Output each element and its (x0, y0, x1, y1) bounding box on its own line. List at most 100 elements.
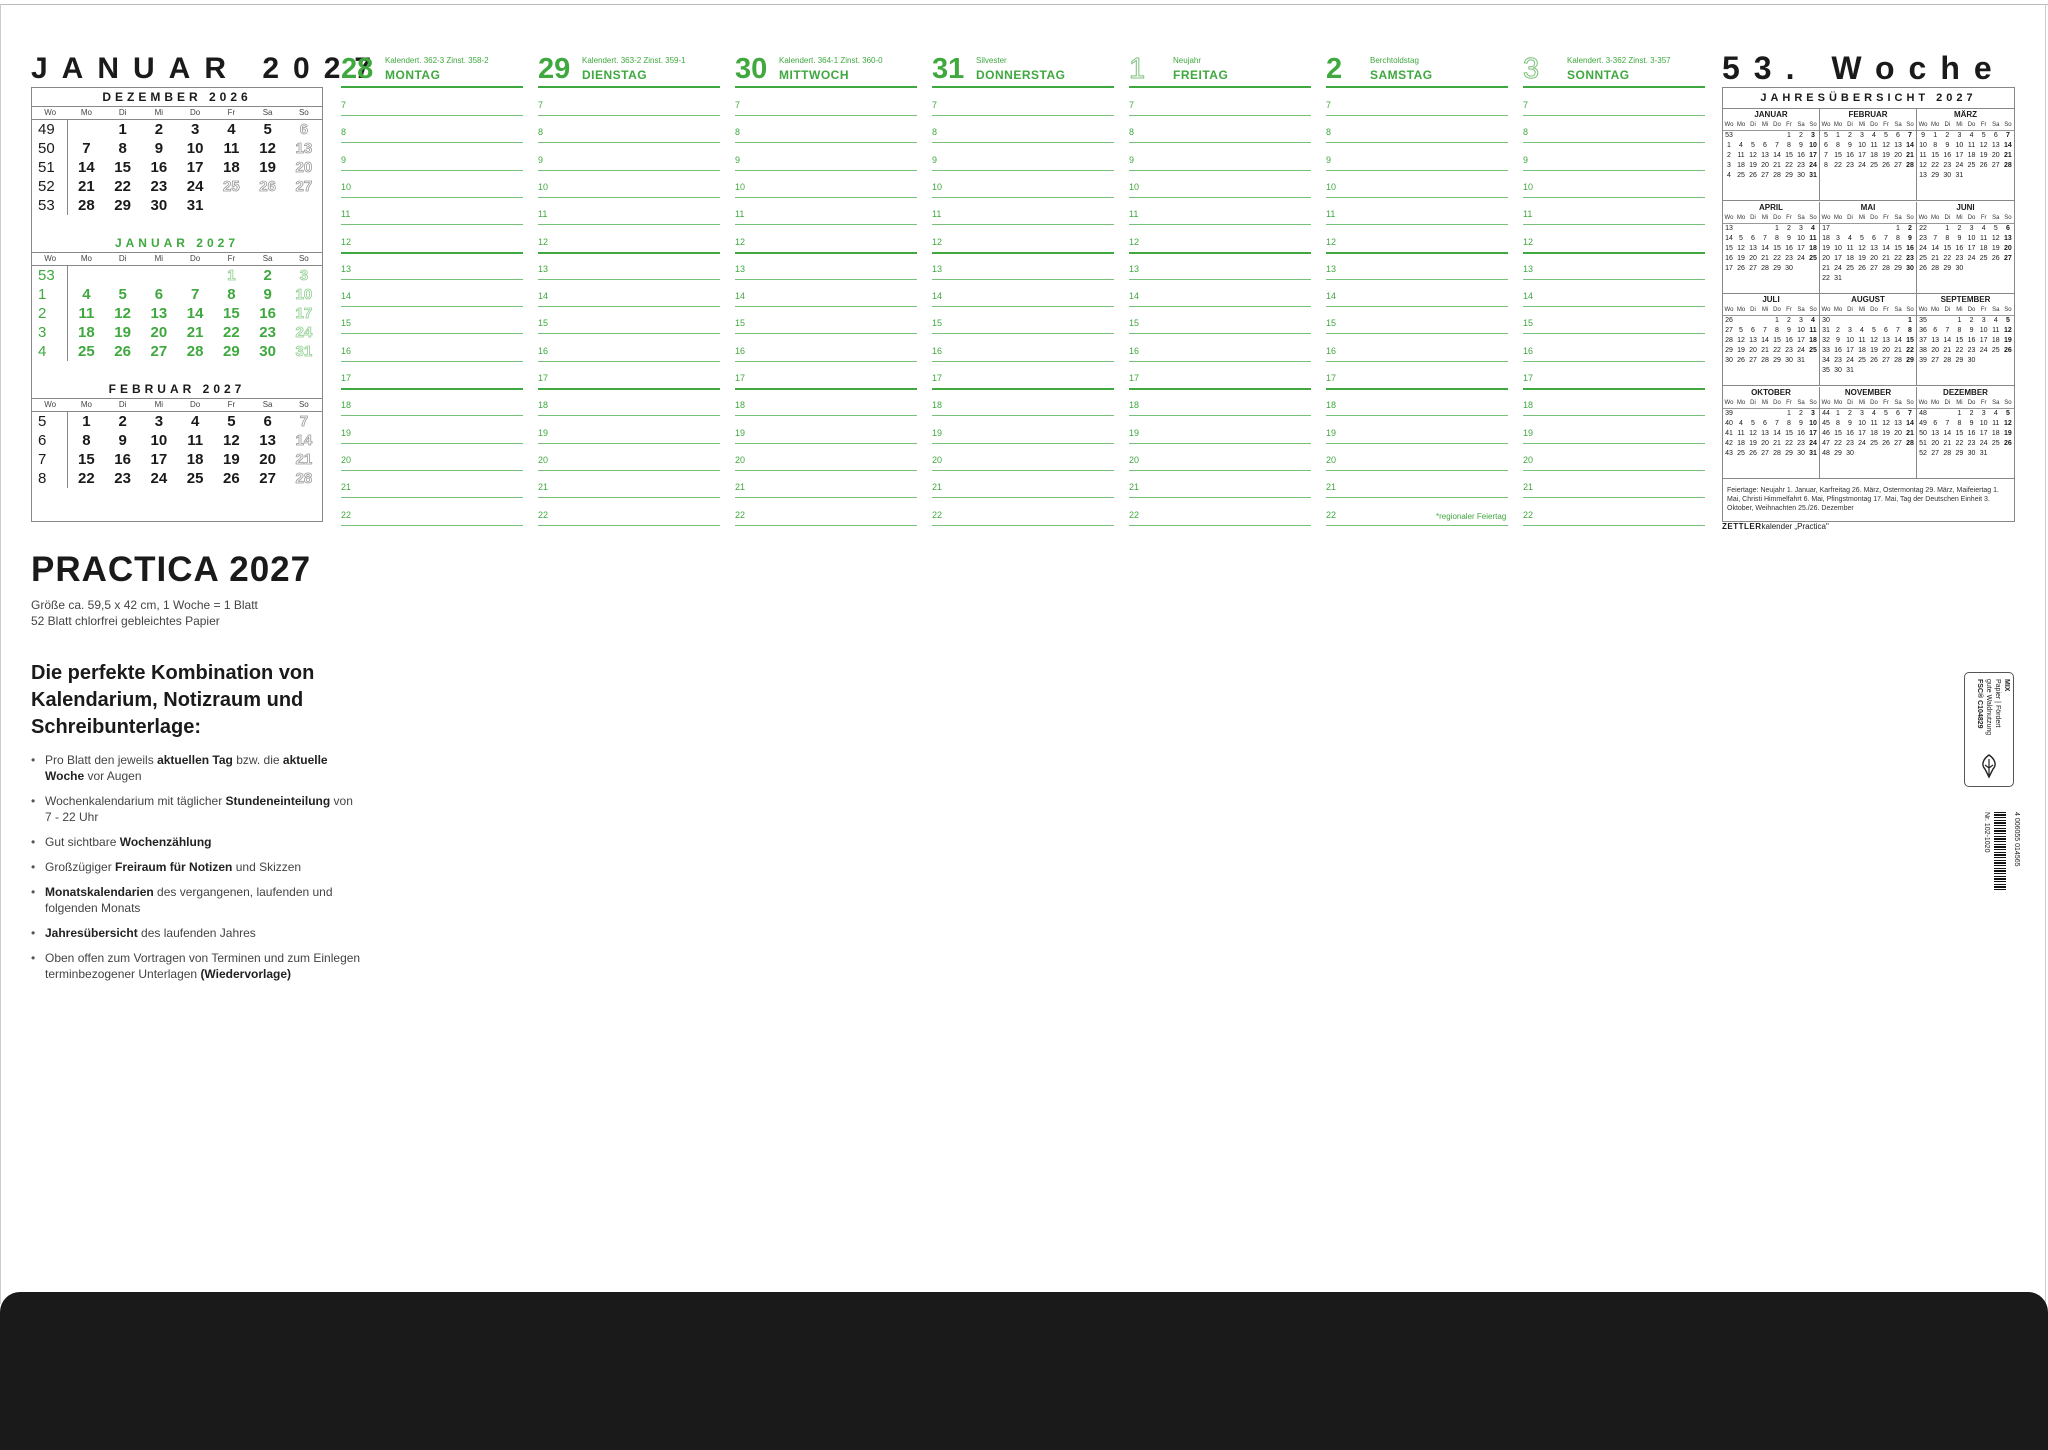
hour-line[interactable]: 15 (932, 306, 1114, 335)
hour-line[interactable]: 19 (735, 416, 917, 444)
hour-line[interactable]: 7 (1129, 88, 1311, 116)
hour-line[interactable]: 7 (538, 88, 720, 116)
hour-line[interactable]: 21 (932, 470, 1114, 499)
hour-line[interactable]: 18 (538, 388, 720, 417)
hour-line[interactable]: 21 (1129, 470, 1311, 499)
hour-line[interactable]: 9 (1129, 143, 1311, 171)
hour-line[interactable]: 10 (735, 170, 917, 198)
hour-line[interactable]: 15 (1523, 306, 1705, 335)
hour-line[interactable]: 16 (1129, 334, 1311, 362)
hour-line[interactable]: 11 (735, 197, 917, 226)
hour-line[interactable]: 11 (1129, 197, 1311, 226)
hour-line[interactable]: 16 (735, 334, 917, 362)
hour-line[interactable]: 9 (735, 143, 917, 171)
hour-line[interactable]: 16 (538, 334, 720, 362)
hour-line[interactable]: 21 (538, 470, 720, 499)
hour-line[interactable]: 14 (1326, 279, 1508, 308)
hour-line[interactable]: 17 (1129, 361, 1311, 390)
hour-line[interactable]: 9 (341, 143, 523, 171)
hour-line[interactable]: 7 (932, 88, 1114, 116)
hour-line[interactable]: 8 (538, 115, 720, 144)
hour-line[interactable]: 14 (932, 279, 1114, 308)
day-column[interactable]: 29 Kalendert. 363-2 Zinst. 359-1 DIENSTAG 7… (538, 52, 720, 526)
day-column[interactable]: 3 Kalendert. 3-362 Zinst. 3-357 SONNTAG 7 8 9… (1522, 52, 1705, 526)
hour-line[interactable]: 11 (1523, 197, 1705, 226)
hour-line[interactable]: 10 (1326, 170, 1508, 198)
hour-line[interactable]: 12 (1523, 225, 1705, 254)
hour-line[interactable]: 22 (735, 498, 917, 526)
hour-line[interactable]: 14 (735, 279, 917, 308)
hour-line[interactable]: 8 (341, 115, 523, 144)
hour-line[interactable]: 7 (735, 88, 917, 116)
hour-line[interactable]: 13 (932, 252, 1114, 280)
hour-line[interactable]: 9 (1523, 143, 1705, 171)
hour-line[interactable]: 19 (538, 416, 720, 444)
hour-line[interactable]: 17 (932, 361, 1114, 390)
hour-line[interactable]: 9 (1326, 143, 1508, 171)
hour-line[interactable]: 18 (1326, 388, 1508, 417)
hour-line[interactable]: 19 (1326, 416, 1508, 444)
hour-line[interactable]: 14 (538, 279, 720, 308)
hour-line[interactable]: 10 (1129, 170, 1311, 198)
day-column[interactable]: 1 Neujahr FREITAG 7 8 9 10 11 12 13 14 15 16 17 18 19 20… (1128, 52, 1311, 526)
hour-line[interactable]: 22 (538, 498, 720, 526)
hour-line[interactable]: 18 (932, 388, 1114, 417)
hour-line[interactable]: 21 (1523, 470, 1705, 499)
hour-line[interactable]: 10 (538, 170, 720, 198)
hour-line[interactable]: 19 (932, 416, 1114, 444)
hour-line[interactable]: 17 (538, 361, 720, 390)
hour-line[interactable]: 20 (1129, 443, 1311, 471)
hour-line[interactable]: 15 (1326, 306, 1508, 335)
hour-line[interactable]: 13 (735, 252, 917, 280)
hour-line[interactable]: 11 (1326, 197, 1508, 226)
hour-line[interactable]: 17 (341, 361, 523, 390)
hour-line[interactable]: 8 (735, 115, 917, 144)
hour-line[interactable]: 22 (932, 498, 1114, 526)
hour-line[interactable]: 17 (1326, 361, 1508, 390)
hour-line[interactable]: 19 (341, 416, 523, 444)
hour-line[interactable]: 16 (932, 334, 1114, 362)
hour-line[interactable]: 13 (1326, 252, 1508, 280)
hour-line[interactable]: 13 (341, 252, 523, 280)
hour-line[interactable]: 17 (1523, 361, 1705, 390)
hour-line[interactable]: 12 (1326, 225, 1508, 254)
hour-line[interactable]: 18 (1523, 388, 1705, 417)
hour-line[interactable]: 13 (1129, 252, 1311, 280)
hour-line[interactable]: 15 (1129, 306, 1311, 335)
hour-line[interactable]: 19 (1523, 416, 1705, 444)
hour-line[interactable]: 20 (538, 443, 720, 471)
day-column[interactable]: 28 Kalendert. 362-3 Zinst. 358-2 MONTAG 7 8 9… (341, 52, 523, 526)
hour-line[interactable]: 7 (341, 88, 523, 116)
hour-line[interactable]: 11 (932, 197, 1114, 226)
hour-line[interactable]: 18 (1129, 388, 1311, 417)
hour-line[interactable]: 21 (341, 470, 523, 499)
hour-line[interactable]: 8 (1523, 115, 1705, 144)
hour-line[interactable]: 20 (341, 443, 523, 471)
day-column[interactable]: 2 Berchtoldstag SAMSTAG 7 8 9 10 11 12 13 14 15 16 17… (1326, 52, 1508, 526)
hour-line[interactable]: 13 (538, 252, 720, 280)
hour-line[interactable]: 14 (341, 279, 523, 308)
hour-line[interactable]: 14 (1129, 279, 1311, 308)
hour-line[interactable]: 11 (538, 197, 720, 226)
hour-line[interactable]: 19 (1129, 416, 1311, 444)
hour-line[interactable]: 15 (538, 306, 720, 335)
hour-line[interactable]: 13 (1523, 252, 1705, 280)
hour-line[interactable]: 17 (735, 361, 917, 390)
hour-line[interactable]: 22 (1129, 498, 1311, 526)
hour-line[interactable]: 7 (1326, 88, 1508, 116)
hour-line[interactable]: 7 (1523, 88, 1705, 116)
hour-line[interactable]: 22 (341, 498, 523, 526)
hour-line[interactable]: 8 (1129, 115, 1311, 144)
day-column[interactable]: 31 Silvester DONNERSTAG 7 8 9 10 11 12 13 14 15 16 17… (932, 52, 1114, 526)
hour-line[interactable]: 12 (1129, 225, 1311, 254)
hour-line[interactable]: 18 (341, 388, 523, 417)
hour-line[interactable]: 8 (1326, 115, 1508, 144)
hour-line[interactable]: 16 (1326, 334, 1508, 362)
hour-line[interactable]: 12 (341, 225, 523, 254)
hour-line[interactable]: 21 (1326, 470, 1508, 499)
hour-line[interactable]: 16 (1523, 334, 1705, 362)
hour-line[interactable]: 8 (932, 115, 1114, 144)
hour-line[interactable]: 18 (735, 388, 917, 417)
hour-line[interactable]: 15 (341, 306, 523, 335)
hour-line[interactable]: 9 (932, 143, 1114, 171)
